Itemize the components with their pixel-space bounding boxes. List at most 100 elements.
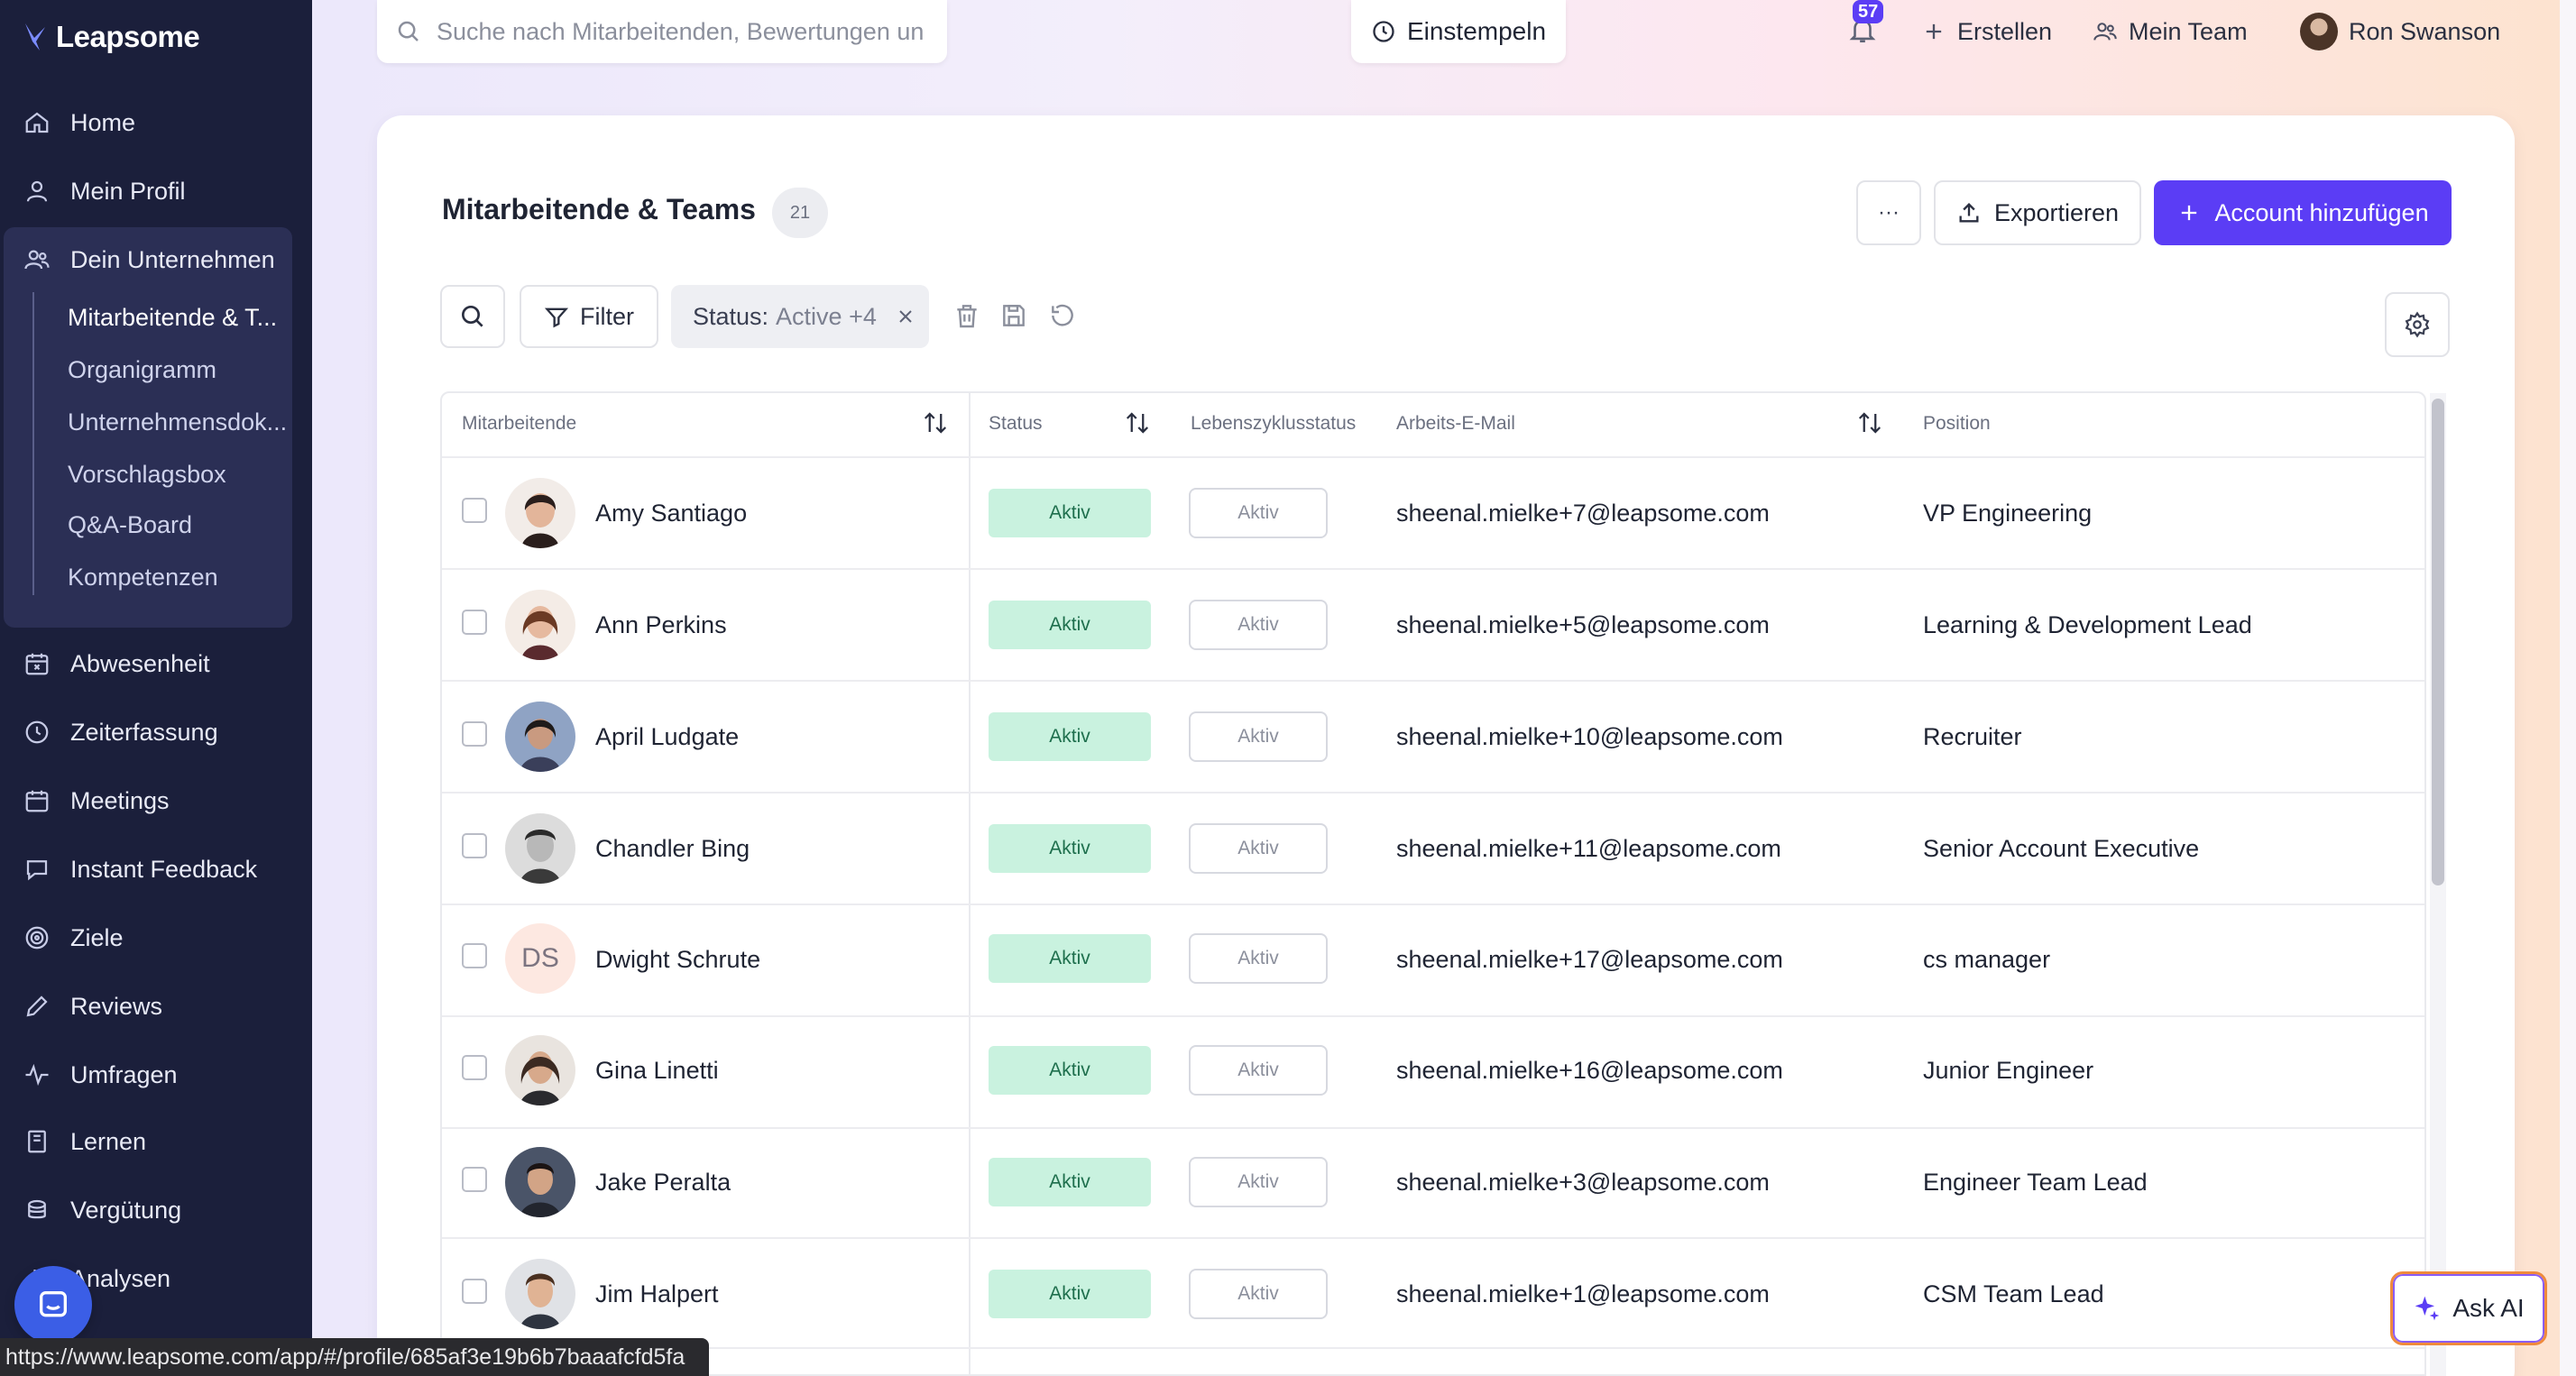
- employee-position: VP Engineering: [1923, 500, 2093, 527]
- create-label: Erstellen: [1957, 17, 2053, 45]
- row-checkbox[interactable]: [462, 721, 487, 747]
- avatar[interactable]: [505, 1259, 575, 1329]
- employee-position: Senior Account Executive: [1923, 835, 2200, 862]
- row-checkbox[interactable]: [462, 498, 487, 523]
- gear-icon: [2405, 311, 2430, 338]
- add-account-button[interactable]: Account hinzufügen: [2154, 180, 2452, 245]
- sidebar-item-time-tracking[interactable]: Zeiterfassung: [23, 709, 294, 756]
- employee-position: Engineer Team Lead: [1923, 1169, 2148, 1196]
- sidebar: Leapsome Home Mein Profil Dein Unternehm…: [0, 0, 312, 1376]
- calendar-icon: [25, 790, 49, 812]
- employee-name[interactable]: Ann Perkins: [595, 611, 727, 639]
- row-checkbox[interactable]: [462, 1167, 487, 1192]
- sort-icon[interactable]: [1124, 409, 1151, 436]
- my-team-button[interactable]: Mein Team: [2093, 14, 2248, 49]
- sidebar-item-label: Ziele: [70, 923, 124, 951]
- sidebar-item-label: Umfragen: [70, 1060, 178, 1088]
- table-settings-button[interactable]: [2385, 292, 2450, 357]
- avatar[interactable]: [505, 702, 575, 772]
- status-badge: Aktiv: [989, 489, 1151, 537]
- save-icon[interactable]: [999, 301, 1028, 330]
- clock-in-button[interactable]: Einstempeln: [1351, 0, 1566, 63]
- row-divider: [442, 680, 2424, 682]
- avatar[interactable]: [505, 1147, 575, 1217]
- row-divider: [442, 1347, 2424, 1349]
- row-checkbox[interactable]: [462, 1055, 487, 1080]
- header-email: Arbeits-E-Mail: [1396, 413, 1515, 434]
- sidebar-item-home[interactable]: Home: [23, 99, 294, 146]
- chat-launcher-button[interactable]: [14, 1266, 92, 1344]
- employee-name[interactable]: Jake Peralta: [595, 1169, 731, 1197]
- row-checkbox[interactable]: [462, 610, 487, 635]
- employee-name[interactable]: Amy Santiago: [595, 500, 747, 527]
- sidebar-item-reviews[interactable]: Reviews: [23, 983, 294, 1030]
- sidebar-item-instant-feedback[interactable]: Instant Feedback: [23, 846, 294, 893]
- clock-in-label: Einstempeln: [1406, 17, 1547, 45]
- leapsome-logo[interactable]: Leapsome: [22, 16, 200, 58]
- user-menu[interactable]: Ron Swanson: [2300, 13, 2500, 50]
- create-button[interactable]: Erstellen: [1921, 14, 2052, 49]
- ask-ai-button[interactable]: Ask AI: [2390, 1271, 2547, 1345]
- global-search-input[interactable]: [437, 17, 942, 46]
- close-icon[interactable]: [895, 306, 916, 327]
- table-scrollbar-thumb[interactable]: [2432, 399, 2444, 885]
- employee-position: Recruiter: [1923, 723, 2022, 750]
- calendar-x-icon: [25, 653, 49, 675]
- status-badge: Aktiv: [989, 934, 1151, 983]
- employee-email: sheenal.mielke+16@leapsome.com: [1396, 1057, 1783, 1084]
- sort-icon[interactable]: [1856, 409, 1883, 436]
- sidebar-item-goals[interactable]: Ziele: [23, 914, 294, 961]
- header-status: Status: [989, 413, 1043, 434]
- more-options-button[interactable]: ···: [1856, 180, 1921, 245]
- filter-icon: [544, 307, 569, 328]
- sidebar-item-absence[interactable]: Abwesenheit: [23, 640, 294, 687]
- status-chip-value: Active +4: [776, 302, 877, 330]
- global-search[interactable]: [377, 0, 947, 63]
- avatar[interactable]: [505, 1035, 575, 1105]
- status-chip-key: Status:: [693, 302, 769, 330]
- trash-icon[interactable]: [952, 301, 981, 330]
- sidebar-item-learning[interactable]: Lernen: [23, 1118, 294, 1165]
- employee-email: sheenal.mielke+7@leapsome.com: [1396, 500, 1770, 527]
- users-icon: [2093, 23, 2117, 41]
- sidebar-subitem-employees-teams[interactable]: Mitarbeitende & T...: [68, 298, 293, 337]
- avatar[interactable]: DS: [505, 923, 575, 994]
- sidebar-item-compensation[interactable]: Vergütung: [23, 1187, 294, 1234]
- avatar[interactable]: [505, 478, 575, 548]
- status-filter-chip[interactable]: Status: Active +4: [671, 285, 929, 348]
- avatar[interactable]: [505, 813, 575, 884]
- sidebar-subitem-org-chart[interactable]: Organigramm: [68, 350, 293, 390]
- export-button[interactable]: Exportieren: [1934, 180, 2141, 245]
- sidebar-item-company[interactable]: Dein Unternehmen: [23, 236, 294, 283]
- sort-icon[interactable]: [922, 409, 949, 436]
- reset-icon[interactable]: [1048, 301, 1077, 330]
- book-icon: [28, 1130, 46, 1153]
- sidebar-subitem-competencies[interactable]: Kompetenzen: [68, 557, 293, 597]
- employee-name[interactable]: Chandler Bing: [595, 835, 750, 863]
- sidebar-subitem-company-docs[interactable]: Unternehmensdok...: [68, 402, 293, 442]
- filter-button[interactable]: Filter: [520, 285, 658, 348]
- sidebar-item-label: Reviews: [70, 992, 163, 1020]
- employee-name[interactable]: Gina Linetti: [595, 1057, 719, 1085]
- sidebar-item-surveys[interactable]: Umfragen: [23, 1051, 294, 1098]
- more-icon: ···: [1878, 200, 1900, 225]
- avatar[interactable]: [505, 590, 575, 660]
- lifecycle-badge: Aktiv: [1189, 711, 1328, 762]
- employee-name[interactable]: Dwight Schrute: [595, 946, 760, 974]
- page-scrollbar[interactable]: [2560, 0, 2576, 1376]
- employee-name[interactable]: Jim Halpert: [595, 1280, 719, 1308]
- sidebar-item-label: Lernen: [70, 1127, 147, 1155]
- employee-name[interactable]: April Ludgate: [595, 723, 739, 751]
- sidebar-subitem-suggestion-box[interactable]: Vorschlagsbox: [68, 454, 293, 494]
- sidebar-item-meetings[interactable]: Meetings: [23, 777, 294, 824]
- table-search-button[interactable]: [440, 285, 505, 348]
- row-checkbox[interactable]: [462, 943, 487, 968]
- header-divider: [442, 456, 2424, 458]
- notifications-badge: 57: [1853, 0, 1884, 23]
- header-employee: Mitarbeitende: [462, 413, 577, 434]
- sidebar-subitem-qa-board[interactable]: Q&A-Board: [68, 505, 293, 545]
- sidebar-item-label: Instant Feedback: [70, 855, 258, 883]
- row-checkbox[interactable]: [462, 833, 487, 858]
- row-checkbox[interactable]: [462, 1279, 487, 1304]
- sidebar-item-profile[interactable]: Mein Profil: [23, 168, 294, 215]
